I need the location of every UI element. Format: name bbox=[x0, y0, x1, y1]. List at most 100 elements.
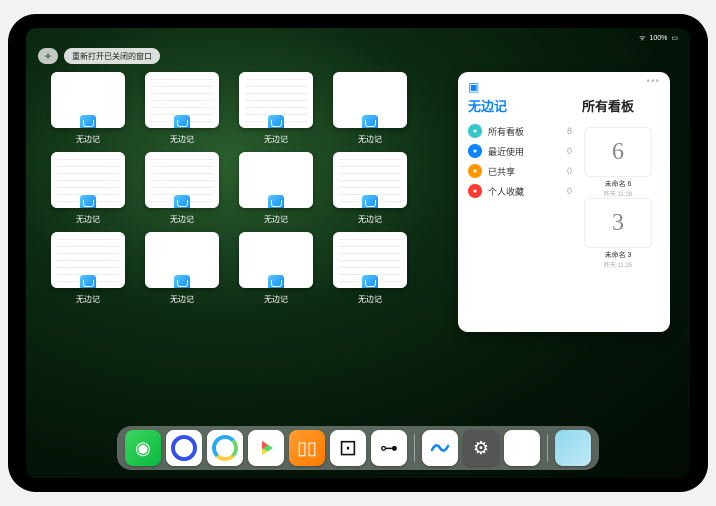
window-thumb[interactable]: 无边记 bbox=[50, 72, 126, 148]
thumb-label: 无边记 bbox=[264, 214, 288, 225]
freeform-app-icon bbox=[267, 274, 285, 288]
window-thumb[interactable]: 无边记 bbox=[238, 72, 314, 148]
board-name: 未命名 3 bbox=[605, 250, 632, 260]
status-bar: ᯤ 100% ▭ bbox=[26, 31, 690, 45]
wifi-icon: ᯤ bbox=[639, 34, 645, 43]
thumb-card[interactable] bbox=[145, 152, 219, 208]
new-window-button[interactable]: + bbox=[38, 48, 58, 64]
board-card[interactable]: 3 未命名 3 昨天 11:25 bbox=[582, 198, 654, 269]
thumb-label: 无边记 bbox=[76, 134, 100, 145]
thumb-label: 无边记 bbox=[170, 294, 194, 305]
thumb-label: 无边记 bbox=[264, 134, 288, 145]
window-thumb[interactable]: 无边记 bbox=[238, 232, 314, 308]
battery-icon: ▭ bbox=[671, 34, 678, 42]
freeform-app-icon bbox=[361, 194, 379, 208]
freeform-app-icon bbox=[173, 194, 191, 208]
window-thumb[interactable]: 无边记 bbox=[144, 232, 220, 308]
freeform-app-icon bbox=[79, 194, 97, 208]
board-thumb: 6 bbox=[584, 127, 652, 177]
panel-left-title: 无边记 bbox=[468, 96, 572, 115]
thumb-card[interactable] bbox=[145, 72, 219, 128]
thumb-card[interactable] bbox=[51, 232, 125, 288]
sidebar-item-count: 0 bbox=[567, 166, 572, 176]
freeform-app-icon bbox=[173, 274, 191, 288]
reopen-closed-window-button[interactable]: 重新打开已关闭的窗口 bbox=[64, 48, 160, 64]
board-thumb: 3 bbox=[584, 198, 652, 248]
thumb-label: 无边记 bbox=[358, 294, 382, 305]
sidebar-item-label: 已共享 bbox=[488, 165, 515, 178]
thumb-card[interactable] bbox=[333, 232, 407, 288]
sidebar-item-count: 0 bbox=[567, 146, 572, 156]
sidebar-item-label: 所有看板 bbox=[488, 125, 524, 138]
window-thumb[interactable]: 无边记 bbox=[144, 152, 220, 228]
connect-icon[interactable]: ⊶ bbox=[371, 430, 407, 466]
window-grid: 无边记 无边记 无边记 无边记 无边记 无边记 无边记 无边记 无边记 无边记 bbox=[50, 72, 438, 420]
wechat-icon[interactable]: ◉ bbox=[125, 430, 161, 466]
books-icon[interactable]: ▯▯ bbox=[289, 430, 325, 466]
freeform-app-icon bbox=[361, 114, 379, 128]
window-thumb[interactable]: 无边记 bbox=[332, 232, 408, 308]
board-name: 未命名 6 bbox=[605, 179, 632, 189]
thumb-card[interactable] bbox=[239, 72, 313, 128]
play-icon[interactable] bbox=[248, 430, 284, 466]
battery-pct: 100% bbox=[649, 35, 667, 42]
clock-icon: ● bbox=[468, 144, 482, 158]
freeform-app-icon bbox=[361, 274, 379, 288]
sidebar-item[interactable]: ● 最近使用 0 bbox=[468, 141, 572, 161]
thumb-card[interactable] bbox=[239, 232, 313, 288]
app-library-icon[interactable] bbox=[555, 430, 591, 466]
topbar: + 重新打开已关闭的窗口 bbox=[38, 48, 160, 64]
thumb-card[interactable] bbox=[333, 72, 407, 128]
sidebar-item[interactable]: ● 个人收藏 0 bbox=[468, 181, 572, 201]
thumb-label: 无边记 bbox=[264, 294, 288, 305]
freeform-icon[interactable] bbox=[422, 430, 458, 466]
dock: ◉ ▯▯⊡⊶ ⚙ bbox=[117, 426, 599, 470]
person-icon: ● bbox=[468, 164, 482, 178]
board-date: 昨天 11:28 bbox=[604, 189, 632, 198]
sidebar-item-label: 最近使用 bbox=[488, 145, 524, 158]
freeform-panel[interactable]: ••• ▣ 无边记 ● 所有看板 8● 最近使用 0● 已共享 0● 个人收藏 … bbox=[458, 72, 670, 332]
qq-browser-icon[interactable] bbox=[207, 430, 243, 466]
thumb-card[interactable] bbox=[239, 152, 313, 208]
window-thumb[interactable]: 无边记 bbox=[50, 232, 126, 308]
thumb-label: 无边记 bbox=[76, 214, 100, 225]
freeform-app-icon bbox=[173, 114, 191, 128]
window-thumb[interactable]: 无边记 bbox=[332, 72, 408, 148]
thumb-card[interactable] bbox=[145, 232, 219, 288]
dock-separator bbox=[414, 434, 415, 462]
settings-icon[interactable]: ⚙ bbox=[463, 430, 499, 466]
thumb-card[interactable] bbox=[51, 72, 125, 128]
sidebar-item-count: 0 bbox=[567, 186, 572, 196]
screen: ᯤ 100% ▭ + 重新打开已关闭的窗口 无边记 无边记 无边记 无边记 无边… bbox=[26, 28, 690, 478]
more-icon[interactable]: ••• bbox=[646, 76, 660, 87]
sidebar-item[interactable]: ● 所有看板 8 bbox=[468, 121, 572, 141]
freeform-app-icon bbox=[79, 114, 97, 128]
freeform-app-icon bbox=[267, 194, 285, 208]
thumb-label: 无边记 bbox=[358, 134, 382, 145]
thumb-label: 无边记 bbox=[170, 134, 194, 145]
window-thumb[interactable]: 无边记 bbox=[238, 152, 314, 228]
quark-icon[interactable] bbox=[166, 430, 202, 466]
freeform-app-icon bbox=[79, 274, 97, 288]
freeform-app-icon bbox=[267, 114, 285, 128]
thumb-card[interactable] bbox=[51, 152, 125, 208]
dice-icon[interactable]: ⊡ bbox=[330, 430, 366, 466]
thumb-label: 无边记 bbox=[76, 294, 100, 305]
dock-separator bbox=[547, 434, 548, 462]
sidebar-item-label: 个人收藏 bbox=[488, 185, 524, 198]
board-card[interactable]: 6 未命名 6 昨天 11:28 bbox=[582, 127, 654, 198]
window-thumb[interactable]: 无边记 bbox=[144, 72, 220, 148]
notes-icon[interactable] bbox=[504, 430, 540, 466]
thumb-card[interactable] bbox=[333, 152, 407, 208]
board-date: 昨天 11:25 bbox=[604, 260, 632, 269]
square-icon: ● bbox=[468, 124, 482, 138]
thumb-label: 无边记 bbox=[170, 214, 194, 225]
thumb-label: 无边记 bbox=[358, 214, 382, 225]
sidebar-item[interactable]: ● 已共享 0 bbox=[468, 161, 572, 181]
sidebar-icon[interactable]: ▣ bbox=[468, 80, 572, 94]
content: 无边记 无边记 无边记 无边记 无边记 无边记 无边记 无边记 无边记 无边记 bbox=[50, 72, 670, 420]
ipad-frame: ᯤ 100% ▭ + 重新打开已关闭的窗口 无边记 无边记 无边记 无边记 无边… bbox=[8, 14, 708, 492]
window-thumb[interactable]: 无边记 bbox=[332, 152, 408, 228]
heart-icon: ● bbox=[468, 184, 482, 198]
window-thumb[interactable]: 无边记 bbox=[50, 152, 126, 228]
